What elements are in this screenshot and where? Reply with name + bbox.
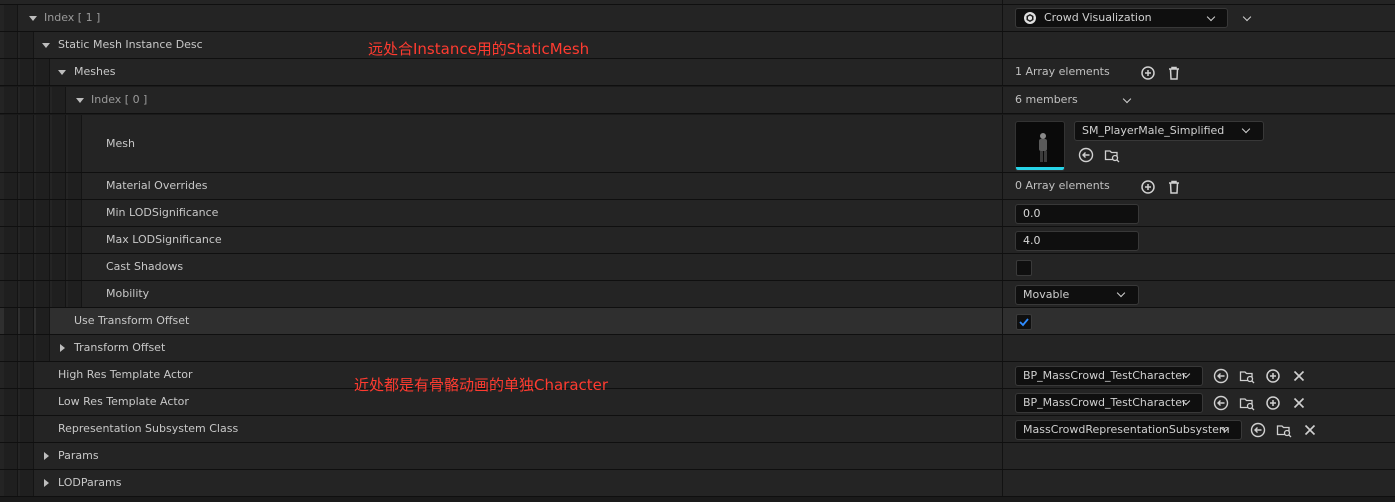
params-label: Params bbox=[58, 449, 99, 462]
row-transform-offset[interactable]: Transform Offset bbox=[0, 335, 1395, 362]
mobility-label: Mobility bbox=[106, 287, 150, 300]
folder-search-icon[interactable] bbox=[1104, 147, 1120, 163]
min-lod-input[interactable]: 0.0 bbox=[1015, 204, 1139, 224]
folder-search-icon[interactable] bbox=[1276, 422, 1292, 438]
use-transform-offset-checkbox[interactable] bbox=[1016, 314, 1032, 330]
representation-subsystem-combo[interactable]: MassCrowdRepresentationSubsystem bbox=[1015, 420, 1242, 440]
plus-circle-icon[interactable] bbox=[1140, 65, 1156, 81]
check-icon bbox=[1019, 318, 1029, 327]
meshes-count: 1 Array elements bbox=[1015, 65, 1110, 78]
transform-offset-label: Transform Offset bbox=[74, 341, 166, 354]
arrow-left-circle-icon[interactable] bbox=[1213, 395, 1229, 411]
row-cast-shadows: Cast Shadows bbox=[0, 254, 1395, 281]
arrow-left-circle-icon[interactable] bbox=[1078, 147, 1094, 163]
row-high-res-template-actor: High Res Template Actor BP_MassCrowd_Tes… bbox=[0, 362, 1395, 389]
row-mobility: Mobility Movable bbox=[0, 281, 1395, 308]
max-lod-input[interactable]: 4.0 bbox=[1015, 231, 1139, 251]
representation-subsystem-class-label: Representation Subsystem Class bbox=[58, 422, 239, 435]
low-res-actor-value: BP_MassCrowd_TestCharacter bbox=[1023, 396, 1187, 409]
expand-arrow-icon[interactable] bbox=[76, 98, 84, 103]
arrow-left-circle-icon[interactable] bbox=[1213, 368, 1229, 384]
mobility-value: Movable bbox=[1023, 288, 1070, 301]
low-res-actor-combo[interactable]: BP_MassCrowd_TestCharacter bbox=[1015, 393, 1203, 413]
high-res-actor-value: BP_MassCrowd_TestCharacter bbox=[1023, 369, 1187, 382]
trash-icon[interactable] bbox=[1166, 65, 1182, 81]
details-panel: Index [ 1 ] Crowd Visualization Static M… bbox=[0, 0, 1395, 502]
annotation-far: 远处合Instance用的StaticMesh bbox=[368, 40, 590, 58]
close-icon[interactable] bbox=[1291, 368, 1307, 384]
static-mesh-instance-desc-label: Static Mesh Instance Desc bbox=[58, 38, 203, 51]
row-params[interactable]: Params bbox=[0, 443, 1395, 470]
plus-circle-icon[interactable] bbox=[1265, 368, 1281, 384]
meshes-label: Meshes bbox=[74, 65, 116, 78]
close-icon[interactable] bbox=[1291, 395, 1307, 411]
folder-search-icon[interactable] bbox=[1239, 395, 1255, 411]
component-icon bbox=[1024, 12, 1036, 24]
row-meshes[interactable]: Meshes 1 Array elements bbox=[0, 59, 1395, 86]
expand-arrow-icon[interactable] bbox=[29, 16, 37, 21]
row-min-lod: Min LODSignificance 0.0 bbox=[0, 200, 1395, 227]
expand-arrow-icon[interactable] bbox=[42, 43, 50, 48]
row-material-overrides: Material Overrides 0 Array elements bbox=[0, 173, 1395, 200]
plus-circle-icon[interactable] bbox=[1265, 395, 1281, 411]
mesh-asset-value: SM_PlayerMale_Simplified bbox=[1082, 124, 1225, 137]
row-max-lod: Max LODSignificance 4.0 bbox=[0, 227, 1395, 254]
expand-arrow-icon[interactable] bbox=[44, 479, 49, 487]
crowd-visualization-value: Crowd Visualization bbox=[1044, 11, 1152, 24]
mesh-asset-combo[interactable]: SM_PlayerMale_Simplified bbox=[1074, 121, 1264, 141]
high-res-actor-combo[interactable]: BP_MassCrowd_TestCharacter bbox=[1015, 366, 1203, 386]
material-overrides-label: Material Overrides bbox=[106, 179, 208, 192]
expand-arrow-icon[interactable] bbox=[58, 70, 66, 75]
crowd-visualization-combo[interactable]: Crowd Visualization bbox=[1015, 8, 1228, 28]
arrow-left-circle-icon[interactable] bbox=[1250, 422, 1266, 438]
high-res-template-actor-label: High Res Template Actor bbox=[58, 368, 193, 381]
index-0-label: Index [ 0 ] bbox=[91, 93, 148, 106]
row-mesh: Mesh SM_PlayerMale_Simplified bbox=[0, 115, 1395, 173]
index-0-members: 6 members bbox=[1015, 93, 1078, 106]
mesh-label: Mesh bbox=[106, 137, 135, 150]
representation-subsystem-value: MassCrowdRepresentationSubsystem bbox=[1023, 423, 1230, 436]
folder-search-icon[interactable] bbox=[1239, 368, 1255, 384]
close-icon[interactable] bbox=[1302, 422, 1318, 438]
row-representation-subsystem-class: Representation Subsystem Class MassCrowd… bbox=[0, 416, 1395, 443]
plus-circle-icon[interactable] bbox=[1140, 179, 1156, 195]
mesh-thumbnail[interactable] bbox=[1015, 121, 1065, 171]
use-transform-offset-label: Use Transform Offset bbox=[74, 314, 190, 327]
trash-icon[interactable] bbox=[1166, 179, 1182, 195]
expand-arrow-icon[interactable] bbox=[60, 344, 65, 352]
character-thumbnail-icon bbox=[1039, 133, 1047, 162]
lod-params-label: LODParams bbox=[58, 476, 122, 489]
material-overrides-count: 0 Array elements bbox=[1015, 179, 1110, 192]
low-res-template-actor-label: Low Res Template Actor bbox=[58, 395, 189, 408]
expand-arrow-icon[interactable] bbox=[44, 452, 49, 460]
cast-shadows-label: Cast Shadows bbox=[106, 260, 184, 273]
cast-shadows-checkbox[interactable] bbox=[1016, 260, 1032, 276]
min-lod-label: Min LODSignificance bbox=[106, 206, 219, 219]
index-1-label: Index [ 1 ] bbox=[44, 11, 101, 24]
row-static-mesh-instance-desc[interactable]: Static Mesh Instance Desc bbox=[0, 32, 1395, 59]
row-lod-params[interactable]: LODParams bbox=[0, 470, 1395, 497]
row-use-transform-offset: Use Transform Offset bbox=[0, 308, 1395, 335]
row-index-0[interactable]: Index [ 0 ] 6 members bbox=[0, 87, 1395, 114]
max-lod-label: Max LODSignificance bbox=[106, 233, 222, 246]
annotation-near: 近处都是有骨骼动画的单独Character bbox=[354, 376, 609, 394]
row-low-res-template-actor: Low Res Template Actor BP_MassCrowd_Test… bbox=[0, 389, 1395, 416]
row-index-1[interactable]: Index [ 1 ] Crowd Visualization bbox=[0, 5, 1395, 32]
